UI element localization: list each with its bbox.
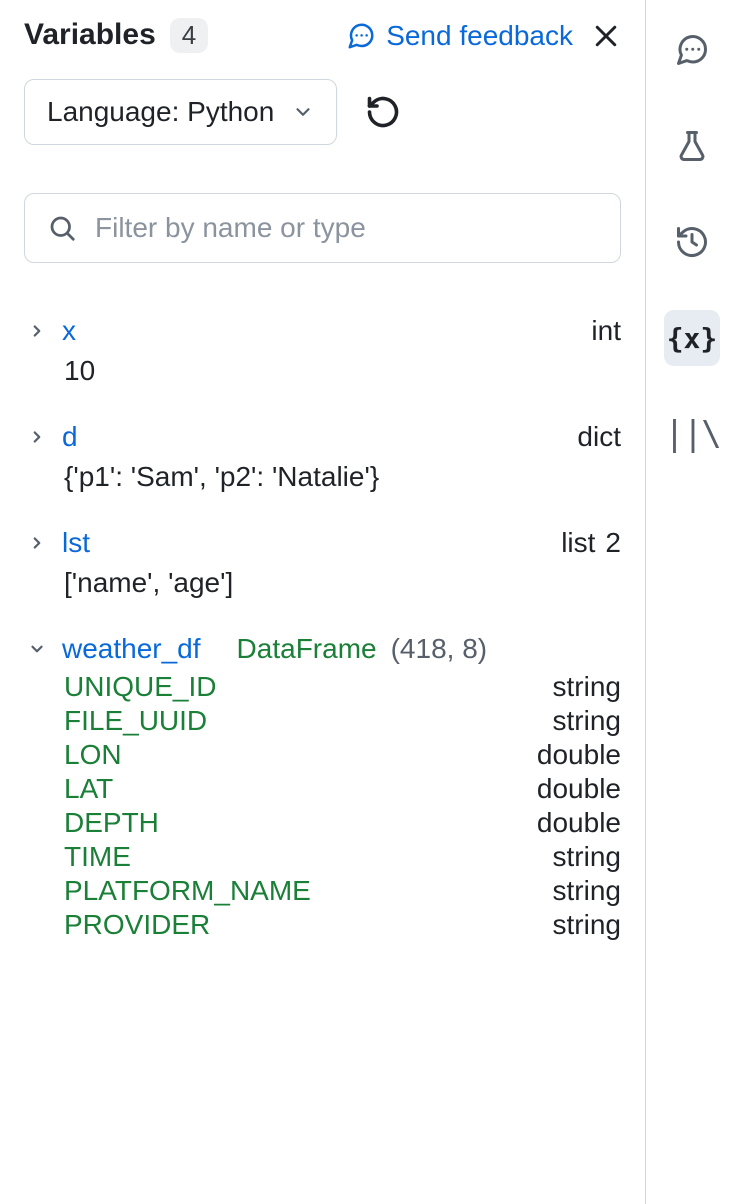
sidebar-comments-button[interactable]: [664, 22, 720, 78]
sidebar-columns-button[interactable]: ||\: [664, 406, 720, 462]
dataframe-column: LAT double: [64, 773, 621, 805]
variable-name: x: [62, 315, 76, 347]
variable-row[interactable]: d dict: [24, 421, 621, 453]
dataframe-column: DEPTH double: [64, 807, 621, 839]
panel-title: Variables: [24, 18, 156, 52]
dataframe-shape: (418, 8): [391, 633, 488, 665]
variable-count: 2: [605, 527, 621, 559]
dataframe-column: LON double: [64, 739, 621, 771]
chevron-down-icon: [292, 101, 314, 123]
variable-type: dict: [577, 421, 621, 453]
column-name: DEPTH: [64, 807, 159, 839]
column-type: double: [537, 807, 621, 839]
send-feedback-label: Send feedback: [386, 20, 573, 52]
chevron-right-icon[interactable]: [24, 534, 50, 552]
variable-row[interactable]: weather_df DataFrame (418, 8): [24, 633, 621, 665]
variable-name: lst: [62, 527, 90, 559]
variables-panel: Variables 4 Send feedback Language: Pyth…: [0, 0, 646, 1204]
controls-row: Language: Python: [24, 79, 621, 145]
refresh-button[interactable]: [365, 94, 401, 130]
column-name: PROVIDER: [64, 909, 210, 941]
column-type: string: [553, 875, 621, 907]
sidebar-variables-button[interactable]: {x}: [664, 310, 720, 366]
sidebar-experiments-button[interactable]: [664, 118, 720, 174]
columns-icon: ||\: [664, 414, 719, 454]
chevron-right-icon[interactable]: [24, 428, 50, 446]
variable-row[interactable]: x int: [24, 315, 621, 347]
chevron-down-icon[interactable]: [24, 640, 50, 658]
header-right: Send feedback: [346, 20, 621, 52]
sidebar-history-button[interactable]: [664, 214, 720, 270]
variable-name: weather_df: [62, 633, 201, 665]
send-feedback-button[interactable]: Send feedback: [346, 20, 573, 52]
comment-icon: [346, 21, 376, 51]
column-type: string: [553, 909, 621, 941]
variable-item: d dict {'p1': 'Sam', 'p2': 'Natalie'}: [24, 421, 621, 493]
language-select[interactable]: Language: Python: [24, 79, 337, 145]
variable-value: {'p1': 'Sam', 'p2': 'Natalie'}: [64, 461, 621, 493]
variable-item-dataframe: weather_df DataFrame (418, 8) UNIQUE_IDs…: [24, 633, 621, 941]
column-type: string: [553, 705, 621, 737]
variable-name: d: [62, 421, 78, 453]
variable-type: int: [591, 315, 621, 347]
column-name: TIME: [64, 841, 131, 873]
dataframe-column: FILE_UUID string: [64, 705, 621, 737]
variable-list: x int 10 d dict {'p1': 'Sam', 'p2': 'Nat…: [24, 315, 621, 975]
column-name: LON: [64, 739, 122, 771]
dataframe-type: DataFrame: [237, 633, 377, 665]
dataframe-column: UNIQUE_ID string: [64, 671, 621, 703]
column-name: PLATFORM_NAME: [64, 875, 311, 907]
column-type: double: [537, 773, 621, 805]
column-type: double: [537, 739, 621, 771]
variable-item: lst list 2 ['name', 'age']: [24, 527, 621, 599]
chevron-right-icon[interactable]: [24, 322, 50, 340]
language-select-label: Language: Python: [47, 96, 274, 128]
history-icon: [674, 224, 710, 260]
dataframe-column: PLATFORM_NAME string: [64, 875, 621, 907]
column-name: FILE_UUID: [64, 705, 207, 737]
variable-type: list: [561, 527, 595, 559]
filter-field[interactable]: [24, 193, 621, 263]
column-name: LAT: [64, 773, 113, 805]
panel-header: Variables 4 Send feedback: [24, 18, 621, 53]
filter-input[interactable]: [95, 212, 598, 244]
header-left: Variables 4: [24, 18, 208, 53]
variable-count-badge: 4: [170, 18, 208, 53]
variable-value: 10: [64, 355, 621, 387]
comment-icon: [674, 32, 710, 68]
close-button[interactable]: [591, 21, 621, 51]
dataframe-column: TIME string: [64, 841, 621, 873]
column-type: string: [553, 671, 621, 703]
beaker-icon: [674, 128, 710, 164]
dataframe-columns: UNIQUE_IDstring FILE_UUIDstring LONdoubl…: [64, 671, 621, 941]
column-type: string: [553, 841, 621, 873]
variable-item: x int 10: [24, 315, 621, 387]
right-sidebar: {x} ||\: [646, 0, 738, 1204]
dataframe-column: PROVIDER string: [64, 909, 621, 941]
column-name: UNIQUE_ID: [64, 671, 216, 703]
variable-row[interactable]: lst list 2: [24, 527, 621, 559]
search-icon: [47, 213, 77, 243]
variable-value: ['name', 'age']: [64, 567, 621, 599]
variables-icon: {x}: [667, 322, 718, 355]
